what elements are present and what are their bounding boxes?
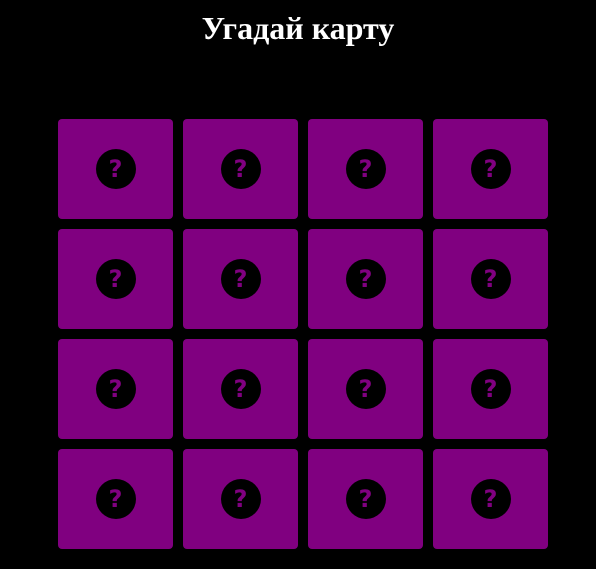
question-mark-icon: ? (345, 369, 386, 409)
memory-card[interactable]: ? (58, 339, 173, 439)
game-page: Угадай карту ???????????????? (0, 0, 596, 569)
memory-card[interactable]: ? (433, 449, 548, 549)
memory-card[interactable]: ? (433, 229, 548, 329)
question-mark-icon: ? (470, 149, 511, 189)
card-board: ???????????????? (58, 119, 548, 549)
memory-card[interactable]: ? (308, 339, 423, 439)
memory-card[interactable]: ? (58, 449, 173, 549)
memory-card[interactable]: ? (183, 119, 298, 219)
question-mark-icon: ? (220, 149, 261, 189)
question-mark-icon: ? (95, 479, 136, 519)
question-mark-icon: ? (470, 479, 511, 519)
memory-card[interactable]: ? (183, 449, 298, 549)
question-mark-icon: ? (220, 479, 261, 519)
question-mark-icon: ? (345, 149, 386, 189)
question-mark-icon: ? (345, 259, 386, 299)
question-mark-icon: ? (95, 259, 136, 299)
memory-card[interactable]: ? (183, 229, 298, 329)
question-mark-icon: ? (470, 369, 511, 409)
memory-card[interactable]: ? (58, 119, 173, 219)
memory-card[interactable]: ? (433, 119, 548, 219)
memory-card[interactable]: ? (433, 339, 548, 439)
question-mark-icon: ? (220, 369, 261, 409)
memory-card[interactable]: ? (308, 449, 423, 549)
page-title: Угадай карту (201, 10, 395, 46)
question-mark-icon: ? (470, 259, 511, 299)
question-mark-icon: ? (345, 479, 386, 519)
memory-card[interactable]: ? (308, 229, 423, 329)
question-mark-icon: ? (95, 369, 136, 409)
memory-card[interactable]: ? (58, 229, 173, 329)
question-mark-icon: ? (95, 149, 136, 189)
memory-card[interactable]: ? (308, 119, 423, 219)
question-mark-icon: ? (220, 259, 261, 299)
memory-card[interactable]: ? (183, 339, 298, 439)
